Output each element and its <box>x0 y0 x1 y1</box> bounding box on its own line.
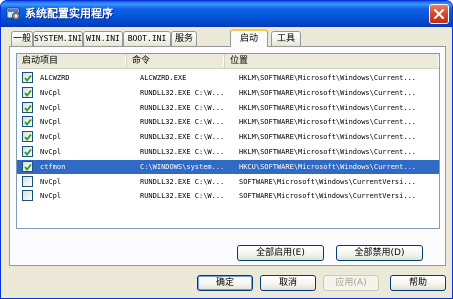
ok-button[interactable]: 确定 <box>197 275 253 291</box>
startup-item-name: NvCpl <box>40 192 62 201</box>
column-location[interactable]: 位置 <box>225 54 439 68</box>
tab-win-ini[interactable]: WIN.INI <box>83 31 123 46</box>
startup-location: HKLM\SOFTWARE\Microsoft\Windows\Current.… <box>239 133 417 142</box>
startup-location: HKLM\SOFTWARE\Microsoft\Windows\Current.… <box>239 88 417 97</box>
tab-general[interactable]: 一般 <box>11 31 33 46</box>
startup-location: SOFTWARE\Microsoft\Windows\CurrentVersi.… <box>239 192 417 201</box>
enable-all-button[interactable]: 全部启用(E) <box>237 245 324 261</box>
startup-command: ALCWZRD.EXE <box>140 74 187 82</box>
startup-checkbox[interactable] <box>22 146 33 157</box>
startup-item-name: ALCWZRD <box>40 74 70 82</box>
startup-item-name: NvCpl <box>40 177 62 186</box>
startup-checkbox[interactable] <box>22 101 33 113</box>
startup-item-name: NvCpl <box>40 148 62 156</box>
startup-item-name: NvCpl <box>40 133 62 142</box>
column-command[interactable]: 命令 <box>127 54 225 68</box>
startup-panel: 启动项目 命令 位置 ALCWZRD ALCWZRD.EXE HKLM\SOFTWA… <box>9 46 446 266</box>
startup-command: RUNDLL32.EXE C:\W... <box>140 177 225 186</box>
startup-checkbox[interactable] <box>22 86 33 98</box>
startup-item-name: NvCpl <box>40 118 62 127</box>
list-item[interactable]: NvCpl RUNDLL32.EXE C:\W... HKLM\SOFTWARE\M… <box>17 130 439 144</box>
startup-checkbox[interactable] <box>22 72 33 83</box>
startup-command: RUNDLL32.EXE C:\W... <box>140 88 225 97</box>
checkmark-icon <box>24 148 32 156</box>
checkmark-icon <box>24 104 32 112</box>
column-startup-item[interactable]: 启动项目 <box>17 54 127 68</box>
startup-command: RUNDLL32.EXE C:\W... <box>140 192 225 201</box>
checkmark-icon <box>24 119 32 127</box>
list-header: 启动项目 命令 位置 <box>17 54 439 69</box>
list-item[interactable]: NvCpl RUNDLL32.EXE C:\W... HKLM\SOFTWARE\M… <box>17 145 439 159</box>
startup-item-name: NvCpl <box>40 103 62 112</box>
tab-tools[interactable]: 工具 <box>271 31 301 46</box>
startup-list[interactable]: 启动项目 命令 位置 ALCWZRD ALCWZRD.EXE HKLM\SOFTWA… <box>16 53 440 229</box>
checkmark-icon <box>24 134 32 142</box>
close-icon <box>434 9 444 19</box>
help-button[interactable]: 帮助 <box>390 275 446 291</box>
close-button[interactable] <box>429 4 449 24</box>
startup-item-name: NvCpl <box>40 88 62 97</box>
msconfig-window: 系统配置实用程序 一般 SYSTEM.INI WIN.INI BOOT.INI … <box>0 0 453 299</box>
startup-command: RUNDLL32.EXE C:\W... <box>140 133 225 142</box>
list-item[interactable]: NvCpl RUNDLL32.EXE C:\W... SOFTWARE\Micros… <box>17 175 439 189</box>
startup-item-name: ctfmon <box>40 162 66 171</box>
checkmark-icon <box>24 74 32 82</box>
startup-command: RUNDLL32.EXE C:\W... <box>140 103 225 112</box>
startup-checkbox[interactable] <box>22 160 33 172</box>
startup-location: SOFTWARE\Microsoft\Windows\CurrentVersi.… <box>239 177 417 186</box>
startup-location: HKLM\SOFTWARE\Microsoft\Windows\Current.… <box>239 118 417 127</box>
list-item[interactable]: ALCWZRD ALCWZRD.EXE HKLM\SOFTWARE\Microsof… <box>17 71 439 85</box>
startup-location: HKLM\SOFTWARE\Microsoft\Windows\Current.… <box>239 74 417 82</box>
startup-location: HKCU\SOFTWARE\Microsoft\Windows\Current.… <box>239 162 417 171</box>
startup-checkbox[interactable] <box>22 131 33 143</box>
tab-services[interactable]: 服务 <box>171 31 197 46</box>
tab-boot-ini[interactable]: BOOT.INI <box>123 31 171 46</box>
tab-system-ini[interactable]: SYSTEM.INI <box>33 31 83 46</box>
checkmark-icon <box>24 163 32 171</box>
startup-checkbox[interactable] <box>22 175 33 187</box>
system-config-icon <box>6 7 20 20</box>
list-item[interactable]: NvCpl RUNDLL32.EXE C:\W... HKLM\SOFTWARE\M… <box>17 101 439 115</box>
list-item[interactable]: NvCpl RUNDLL32.EXE C:\W... HKLM\SOFTWARE\M… <box>17 86 439 100</box>
startup-location: HKLM\SOFTWARE\Microsoft\Windows\Current.… <box>239 148 417 156</box>
disable-all-button[interactable]: 全部禁用(D) <box>336 245 423 261</box>
checkmark-icon <box>24 89 32 97</box>
startup-command: RUNDLL32.EXE C:\W... <box>140 148 225 156</box>
list-item[interactable]: NvCpl RUNDLL32.EXE C:\W... HKLM\SOFTWARE\M… <box>17 115 439 129</box>
apply-button[interactable]: 应用(A) <box>323 275 379 291</box>
list-item[interactable]: NvCpl RUNDLL32.EXE C:\W... SOFTWARE\Micros… <box>17 189 439 203</box>
startup-command: RUNDLL32.EXE C:\W... <box>140 118 225 127</box>
list-item[interactable]: ctfmon C:\WINDOWS\system... HKCU\SOFTWARE\… <box>17 159 439 174</box>
startup-checkbox[interactable] <box>22 190 33 202</box>
tab-startup[interactable]: 启动 <box>230 29 268 47</box>
startup-location: HKLM\SOFTWARE\Microsoft\Windows\Current.… <box>239 103 417 112</box>
startup-checkbox[interactable] <box>22 116 33 128</box>
startup-command: C:\WINDOWS\system... <box>140 162 225 171</box>
cancel-button[interactable]: 取消 <box>260 275 316 291</box>
title-bar[interactable]: 系统配置实用程序 <box>1 1 452 27</box>
window-title: 系统配置实用程序 <box>25 7 113 20</box>
